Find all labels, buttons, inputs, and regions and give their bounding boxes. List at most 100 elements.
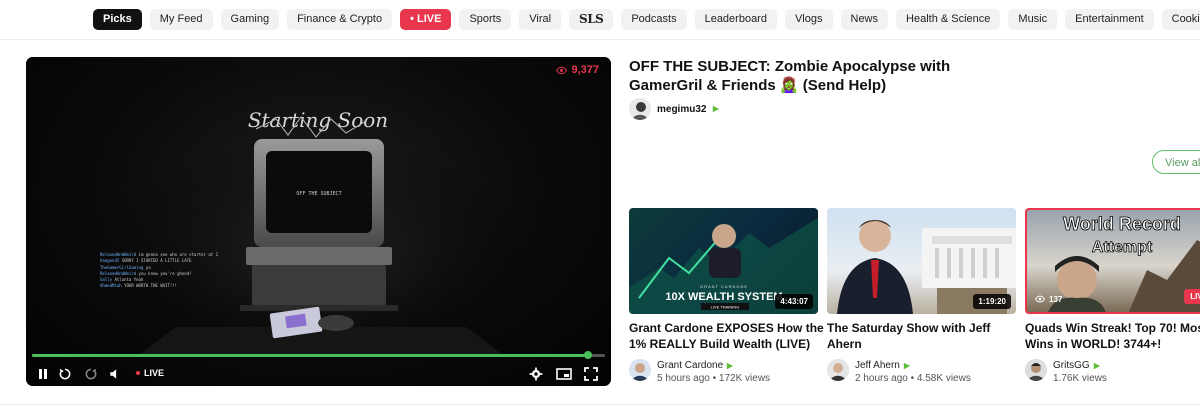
eye-icon bbox=[1035, 295, 1045, 303]
viewer-count: 9,377 bbox=[556, 64, 599, 76]
duration-badge: 4:43:07 bbox=[775, 294, 813, 309]
category-chip-sports[interactable]: Sports bbox=[459, 8, 512, 30]
live-dot-icon bbox=[136, 371, 140, 375]
category-chip-gaming[interactable]: Gaming bbox=[220, 8, 280, 30]
author-name-row[interactable]: Jeff Ahern bbox=[855, 359, 971, 372]
video-thumbnail[interactable]: 1:19:20 bbox=[827, 208, 1016, 314]
chat-text: SORRY I STARTED A LITTLE LATE bbox=[121, 258, 192, 264]
category-chip-live-label: LIVE bbox=[416, 12, 442, 25]
video-title[interactable]: Grant Cardone EXPOSES How the 1% REALLY … bbox=[629, 320, 824, 352]
category-chip-picks[interactable]: Picks bbox=[93, 8, 142, 30]
category-chip-news[interactable]: News bbox=[840, 8, 889, 30]
pause-icon bbox=[39, 369, 47, 379]
category-chip-music[interactable]: Music bbox=[1008, 8, 1058, 30]
avatar-image bbox=[1025, 359, 1047, 381]
fullscreen-icon bbox=[584, 367, 598, 381]
video-stage[interactable]: Starting Soon OFF THE SUBJECT RelaxedAnd… bbox=[26, 57, 611, 386]
avatar-image bbox=[629, 98, 651, 120]
avatar[interactable] bbox=[629, 359, 651, 381]
category-chip-health-science[interactable]: Health & Science bbox=[896, 8, 1001, 30]
stream-artwork: Starting Soon OFF THE SUBJECT bbox=[98, 108, 538, 377]
chat-user: RelaxedAndWeird bbox=[100, 252, 137, 257]
chat-user: Sally bbox=[100, 277, 113, 283]
video-stats: 5 hours ago • 172K views bbox=[657, 373, 771, 384]
category-chip-my-feed[interactable]: My Feed bbox=[149, 8, 213, 30]
author-name[interactable]: Jeff Ahern bbox=[855, 359, 900, 372]
avatar-image bbox=[827, 359, 849, 381]
category-bar: Picks My Feed Gaming Finance & Crypto • … bbox=[93, 8, 1200, 30]
starting-soon-logo: Starting Soon bbox=[248, 108, 388, 132]
fullscreen-button[interactable] bbox=[584, 366, 598, 382]
featured-author[interactable]: megimu32 bbox=[629, 98, 720, 120]
video-author[interactable]: GritsGG 1.76K views bbox=[1025, 359, 1107, 385]
video-card[interactable]: World Record Attempt 137 LIVE Quads Win … bbox=[1025, 208, 1200, 384]
rewind-icon bbox=[59, 368, 71, 380]
volume-button[interactable] bbox=[108, 366, 122, 382]
live-viewers-badge: 137 bbox=[1035, 294, 1062, 304]
author-name[interactable]: GritsGG bbox=[1053, 359, 1090, 372]
video-card[interactable]: 1:19:20 The Saturday Show with Jeff Aher… bbox=[827, 208, 1016, 384]
chat-text: im gonna see who are starter at 1 bbox=[138, 252, 219, 257]
category-chip-sls[interactable]: SLS bbox=[569, 8, 614, 30]
chat-user: TheGamerGirlGaming bbox=[100, 264, 144, 270]
thumbnail-headline: World Record bbox=[1063, 214, 1181, 234]
video-thumbnail[interactable]: World Record Attempt 137 LIVE bbox=[1025, 208, 1200, 314]
video-meta: Jeff Ahern 2 hours ago • 4.58K views bbox=[855, 359, 971, 385]
video-author[interactable]: Grant Cardone 5 hours ago • 172K views bbox=[629, 359, 770, 385]
chat-text: yo bbox=[145, 264, 151, 270]
views-label: views bbox=[1081, 373, 1107, 384]
forward-icon bbox=[85, 368, 97, 380]
seek-bar-handle[interactable] bbox=[583, 351, 592, 359]
category-chip-viral[interactable]: Viral bbox=[519, 8, 562, 30]
picture-in-picture-button[interactable] bbox=[556, 366, 572, 382]
view-count: 1.76K bbox=[1053, 373, 1080, 384]
views-label: views bbox=[945, 373, 971, 384]
thumbnail-sub-text: LIVE TRAINING bbox=[711, 305, 740, 310]
view-all-button[interactable]: View all bbox=[1152, 150, 1200, 174]
live-indicator-label: LIVE bbox=[144, 368, 165, 378]
live-viewers-value: 137 bbox=[1049, 294, 1063, 304]
volume-icon bbox=[110, 369, 117, 379]
view-count: 172K bbox=[718, 373, 743, 384]
video-title[interactable]: Quads Win Streak! Top 70! Most Wins in W… bbox=[1025, 320, 1200, 352]
author-name-row[interactable]: Grant Cardone bbox=[657, 359, 770, 372]
category-chip-cooking[interactable]: Cooking bbox=[1161, 8, 1200, 30]
featured-title[interactable]: OFF THE SUBJECT: Zombie Apocalypse with … bbox=[629, 57, 969, 95]
seek-bar[interactable] bbox=[32, 351, 605, 359]
category-chip-entertainment[interactable]: Entertainment bbox=[1065, 8, 1154, 30]
avatar[interactable] bbox=[629, 98, 651, 120]
chat-user: haagen45 bbox=[100, 258, 120, 264]
author-name-row[interactable]: GritsGG bbox=[1053, 359, 1107, 372]
chat-user: RelaxedAndWeird bbox=[100, 270, 137, 276]
avatar[interactable] bbox=[1025, 359, 1047, 381]
stream-chat-overlay: RelaxedAndWeird im gonna see who are sta… bbox=[100, 252, 218, 290]
section-divider bbox=[0, 404, 1200, 405]
picture-in-picture-icon bbox=[556, 368, 572, 380]
forward-button[interactable] bbox=[84, 366, 98, 382]
verified-icon bbox=[713, 105, 720, 113]
video-stats: 2 hours ago • 4.58K views bbox=[855, 373, 971, 384]
category-chip-vlogs[interactable]: Vlogs bbox=[784, 8, 833, 30]
category-chip-podcasts[interactable]: Podcasts bbox=[621, 8, 687, 30]
rewind-button[interactable] bbox=[58, 366, 72, 382]
verified-icon bbox=[726, 362, 734, 369]
video-player[interactable]: Starting Soon OFF THE SUBJECT RelaxedAnd… bbox=[26, 57, 611, 386]
seek-bar-fill bbox=[32, 354, 588, 357]
viewer-count-value: 9,377 bbox=[571, 64, 599, 76]
category-chip-live[interactable]: • LIVE bbox=[400, 8, 452, 30]
author-name[interactable]: Grant Cardone bbox=[657, 359, 723, 372]
avatar[interactable] bbox=[827, 359, 849, 381]
video-thumbnail[interactable]: GRANT CARDONE 10X WEALTH SYSTEM LIVE TRA… bbox=[629, 208, 818, 314]
category-chip-finance-crypto[interactable]: Finance & Crypto bbox=[287, 8, 393, 30]
category-chip-leaderboard[interactable]: Leaderboard bbox=[694, 8, 777, 30]
duration-badge: 1:19:20 bbox=[973, 294, 1011, 309]
featured-author-name[interactable]: megimu32 bbox=[657, 104, 706, 115]
video-card[interactable]: GRANT CARDONE 10X WEALTH SYSTEM LIVE TRA… bbox=[629, 208, 824, 384]
pause-button[interactable] bbox=[36, 366, 50, 382]
video-title[interactable]: The Saturday Show with Jeff Ahern bbox=[827, 320, 1022, 352]
video-author[interactable]: Jeff Ahern 2 hours ago • 4.58K views bbox=[827, 359, 971, 385]
video-meta: GritsGG 1.76K views bbox=[1053, 359, 1107, 385]
chat-line: AhmedMiah YOUR WORTH THE WAIT!!! bbox=[100, 283, 218, 289]
live-indicator[interactable]: LIVE bbox=[136, 368, 164, 378]
settings-button[interactable] bbox=[529, 366, 543, 382]
